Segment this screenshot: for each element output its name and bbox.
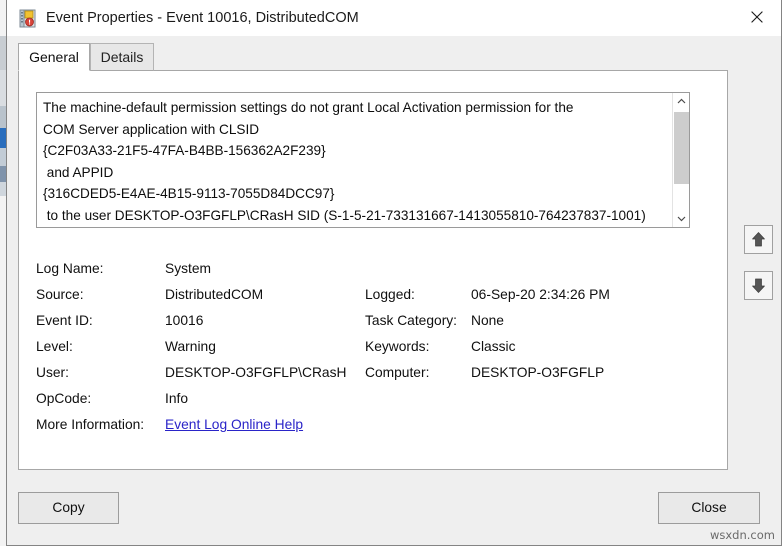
value-log-name: System [165, 261, 211, 276]
window-title: Event Properties - Event 10016, Distribu… [46, 10, 359, 26]
value-task-category: None [471, 313, 504, 328]
label-opcode: OpCode: [36, 391, 92, 406]
label-source: Source: [36, 287, 84, 302]
label-event-id: Event ID: [36, 313, 93, 328]
watermark: wsxdn.com [709, 528, 775, 542]
value-keywords: Classic [471, 339, 516, 354]
value-event-id: 10016 [165, 313, 204, 328]
previous-event-button[interactable] [744, 225, 773, 254]
value-computer: DESKTOP-O3FGFLP [471, 365, 605, 380]
event-description-box[interactable]: The machine-default permission settings … [36, 92, 690, 228]
value-source: DistributedCOM [165, 287, 264, 302]
label-task-category: Task Category: [365, 313, 458, 328]
label-logged: Logged: [365, 287, 415, 302]
scroll-down-icon[interactable] [673, 210, 689, 227]
close-window-button[interactable] [735, 0, 781, 34]
value-user: DESKTOP-O3FGFLP\CRasH [165, 365, 347, 380]
label-more-information: More Information: [36, 417, 145, 432]
value-opcode: Info [165, 391, 189, 406]
label-user: User: [36, 365, 69, 380]
label-computer: Computer: [365, 365, 430, 380]
copy-button[interactable]: Copy [18, 492, 119, 524]
scrollbar-thumb[interactable] [674, 112, 689, 184]
down-arrow-icon [752, 278, 765, 293]
event-properties-dialog: Event Properties - Event 10016, Distribu… [6, 0, 782, 546]
general-tab-panel: The machine-default permission settings … [18, 70, 728, 470]
tab-general[interactable]: General [18, 43, 90, 71]
event-description-text: The machine-default permission settings … [43, 100, 646, 223]
tab-details[interactable]: Details [90, 43, 154, 71]
event-log-online-help-link[interactable]: Event Log Online Help [165, 417, 303, 432]
description-scrollbar[interactable] [672, 93, 689, 227]
event-log-warning-icon [18, 9, 37, 28]
label-level: Level: [36, 339, 73, 354]
value-logged: 06-Sep-20 2:34:26 PM [471, 287, 610, 302]
label-keywords: Keywords: [365, 339, 430, 354]
up-arrow-icon [752, 232, 765, 247]
close-button[interactable]: Close [658, 492, 760, 524]
label-log-name: Log Name: [36, 261, 104, 276]
title-bar: Event Properties - Event 10016, Distribu… [7, 0, 781, 36]
scroll-up-icon[interactable] [673, 93, 689, 110]
value-level: Warning [165, 339, 216, 354]
next-event-button[interactable] [744, 271, 773, 300]
